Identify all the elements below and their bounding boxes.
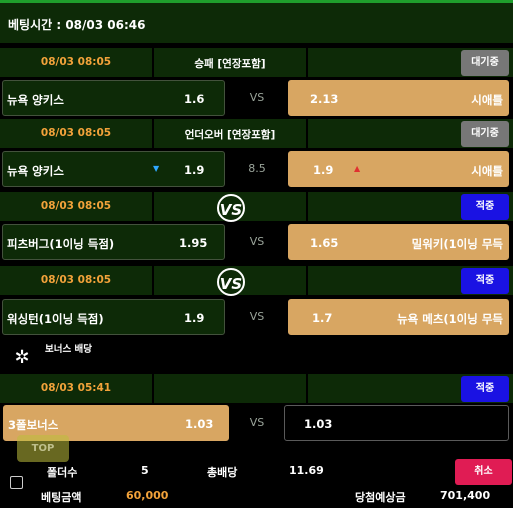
total-odds-value: 11.69 bbox=[289, 464, 324, 477]
status-badge: 적중 bbox=[461, 376, 509, 402]
match-time: 08/03 08:05 bbox=[40, 127, 112, 139]
total-odds-label: 총배당 bbox=[207, 466, 238, 479]
folders-label: 폴더수 bbox=[47, 466, 78, 479]
home-team: 뉴욕 양키스 bbox=[7, 93, 64, 107]
away-bet-option[interactable]: 1.7 뉴욕 메츠(1이닝 무득 bbox=[288, 299, 509, 335]
home-bet-option[interactable]: 피츠버그(1이닝 득점) 1.95 bbox=[2, 224, 225, 260]
status-badge: 적중 bbox=[461, 268, 509, 294]
away-odds: 1.65 bbox=[310, 236, 339, 250]
home-bet-option[interactable]: 뉴욕 양키스 1.6 bbox=[2, 80, 225, 116]
status-badge: 대기중 bbox=[461, 50, 509, 76]
vs-logo-icon: VS bbox=[217, 268, 245, 296]
status-badge: 대기중 bbox=[461, 121, 509, 147]
bonus-label: 보너스 배당 bbox=[45, 344, 93, 355]
bonus-section-label: ✲ 보너스 배당 bbox=[0, 341, 513, 373]
away-bet-option[interactable]: 1.65 밀워키(1이닝 무득 bbox=[288, 224, 509, 260]
away-bet-option[interactable]: 1.9 ▲ 시애틀 bbox=[288, 151, 509, 187]
bonus-row: 3폴보너스 1.03 VS 1.03 bbox=[0, 403, 513, 443]
vs-logo-icon: VS bbox=[217, 194, 245, 222]
bonus-right-odds: 1.03 bbox=[304, 417, 333, 431]
home-odds: 1.9 bbox=[184, 163, 205, 177]
cancel-button[interactable]: 취소 bbox=[455, 459, 512, 485]
odds-up-icon: ▲ bbox=[354, 164, 361, 173]
bet-row: 뉴욕 양키스 ▼ 1.9 8.5 1.9 ▲ 시애틀 bbox=[0, 149, 513, 189]
market-type: 언더오버 [연장포함] bbox=[184, 129, 276, 141]
home-team: 워싱턴(1이닝 득점) bbox=[7, 312, 104, 326]
away-odds: 2.13 bbox=[310, 92, 339, 106]
bet-row: 피츠버그(1이닝 득점) 1.95 VS 1.65 밀워키(1이닝 무득 bbox=[0, 222, 513, 262]
bet-amount-label: 베팅금액 bbox=[41, 491, 82, 504]
match-header: 08/03 08:05 적중 bbox=[0, 266, 513, 295]
match-time: 08/03 08:05 bbox=[40, 56, 112, 68]
away-team: 밀워키(1이닝 무득 bbox=[411, 237, 503, 251]
folders-value: 5 bbox=[141, 464, 149, 477]
away-team: 시애틀 bbox=[471, 164, 503, 178]
bet-row: 뉴욕 양키스 1.6 VS 2.13 시애틀 bbox=[0, 78, 513, 118]
odds-down-icon: ▼ bbox=[153, 164, 160, 173]
away-bet-option[interactable]: 2.13 시애틀 bbox=[288, 80, 509, 116]
home-odds: 1.6 bbox=[184, 92, 205, 106]
expected-win-value: 701,400 bbox=[440, 489, 491, 502]
vs-label: VS bbox=[249, 91, 265, 104]
home-bet-option[interactable]: 워싱턴(1이닝 득점) 1.9 bbox=[2, 299, 225, 335]
home-bet-option[interactable]: 뉴욕 양키스 ▼ 1.9 bbox=[2, 151, 225, 187]
status-badge: 적중 bbox=[461, 194, 509, 220]
match-header: 08/03 08:05 승패 [연장포함] 대기중 bbox=[0, 48, 513, 77]
home-odds: 1.95 bbox=[179, 236, 208, 250]
bonus-right-option: 1.03 bbox=[284, 405, 509, 441]
away-team: 시애틀 bbox=[471, 93, 503, 107]
bet-amount-value: 60,000 bbox=[126, 489, 169, 502]
match-time: 08/03 08:05 bbox=[40, 200, 112, 212]
match-time: 08/03 08:05 bbox=[40, 274, 112, 286]
home-team: 뉴욕 양키스 bbox=[7, 164, 64, 178]
bonus-name: 3폴보너스 bbox=[8, 418, 59, 432]
handicap-line: 8.5 bbox=[248, 162, 266, 175]
scroll-top-button[interactable]: TOP bbox=[17, 435, 69, 462]
away-odds: 1.7 bbox=[312, 311, 333, 325]
bonus-odds: 1.03 bbox=[185, 417, 214, 431]
expected-win-label: 당첨예상금 bbox=[355, 491, 406, 504]
bonus-header: 08/03 05:41 적중 bbox=[0, 374, 513, 403]
away-odds: 1.9 bbox=[313, 163, 334, 177]
vs-label: VS bbox=[249, 310, 265, 323]
bet-row: 워싱턴(1이닝 득점) 1.9 VS 1.7 뉴욕 메츠(1이닝 무득 bbox=[0, 297, 513, 337]
vs-label: VS bbox=[249, 416, 265, 429]
betting-time-bar: 베팅시간 : 08/03 06:46 bbox=[0, 3, 513, 45]
bonus-time: 08/03 05:41 bbox=[40, 382, 112, 394]
home-odds: 1.9 bbox=[184, 311, 205, 325]
vs-label: VS bbox=[249, 235, 265, 248]
away-team: 뉴욕 메츠(1이닝 무득 bbox=[397, 312, 503, 326]
sparkle-icon: ✲ bbox=[14, 347, 30, 368]
match-header: 08/03 08:05 적중 bbox=[0, 192, 513, 221]
market-type: 승패 [연장포함] bbox=[194, 58, 266, 70]
summary-checkbox[interactable] bbox=[10, 476, 23, 489]
home-team: 피츠버그(1이닝 득점) bbox=[7, 237, 115, 251]
betting-time: 베팅시간 : 08/03 06:46 bbox=[8, 18, 146, 32]
match-header: 08/03 08:05 언더오버 [연장포함] 대기중 bbox=[0, 119, 513, 148]
